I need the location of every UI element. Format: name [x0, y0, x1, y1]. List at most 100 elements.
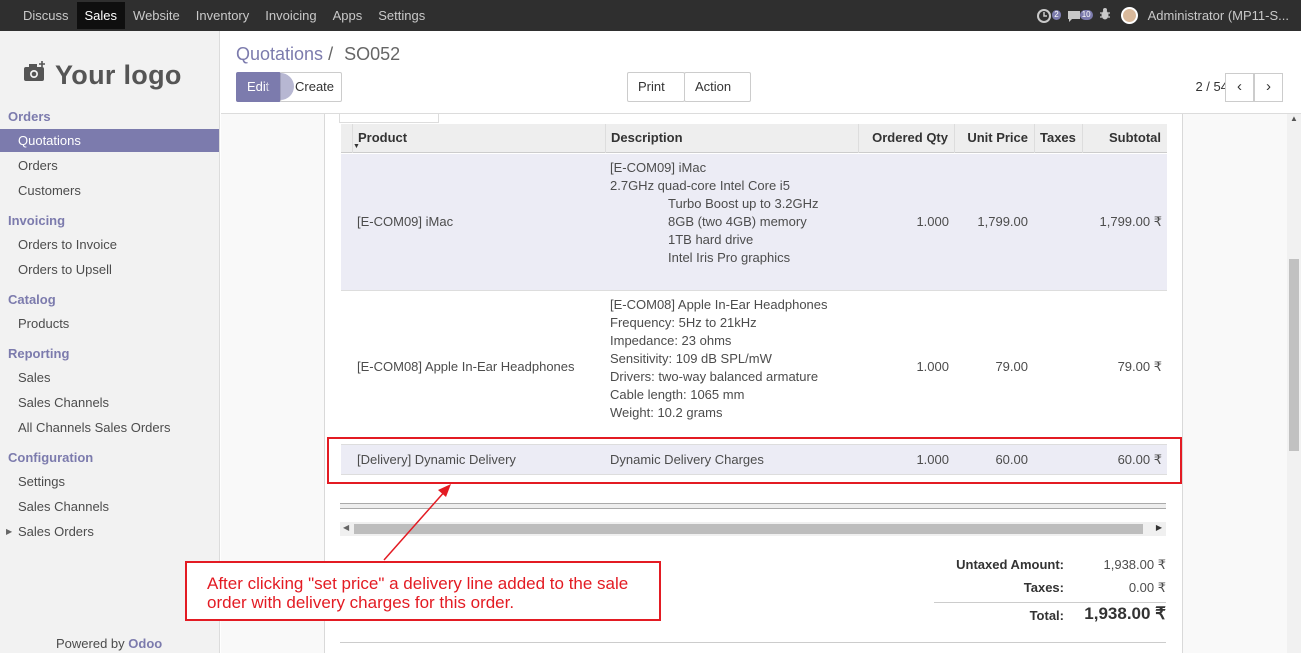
action-label: Action	[695, 79, 732, 94]
description-line: Weight: 10.2 grams	[610, 405, 723, 420]
sidebar-item-orders[interactable]: Orders	[0, 154, 219, 177]
handle-column	[341, 124, 352, 153]
row-description: [E-COM08] Apple In-Ear Headphones Freque…	[610, 296, 828, 422]
description-line: [E-COM08] Apple In-Ear Headphones	[610, 297, 828, 312]
sidebar-item-all-channels[interactable]: All Channels Sales Orders	[0, 416, 219, 439]
row-unit-price: 79.00	[995, 359, 1028, 374]
print-label: Print	[638, 79, 665, 94]
section-invoicing: Invoicing	[8, 213, 66, 228]
messages-icon[interactable]: 10	[1067, 9, 1093, 23]
taxes-value: 0.00 ₹	[1128, 580, 1166, 595]
row-subtotal: 79.00 ₹	[1117, 359, 1162, 374]
camera-icon	[23, 61, 47, 89]
company-logo[interactable]: Your logo	[23, 53, 199, 97]
description-line: 2.7GHz quad-core Intel Core i5	[610, 178, 790, 193]
sidebar-item-reporting-sales[interactable]: Sales	[0, 366, 219, 389]
breadcrumb-separator: /	[328, 44, 334, 64]
breadcrumb-quotations[interactable]: Quotations	[236, 44, 323, 64]
scrollbar-thumb[interactable]	[354, 524, 1143, 534]
scroll-up-icon[interactable]: ▲	[1290, 114, 1298, 123]
sidebar-item-orders-to-upsell[interactable]: Orders to Upsell	[0, 258, 219, 281]
print-dropdown[interactable]: Print ▼	[627, 72, 685, 121]
description-line: Drivers: two-way balanced armature	[610, 369, 819, 384]
delivery-line-highlight	[327, 437, 1182, 484]
col-ordered-qty[interactable]: Ordered Qty	[858, 124, 954, 153]
logo-text: Your logo	[55, 59, 182, 90]
row-unit-price: 1,799.00	[977, 214, 1028, 229]
sidebar-item-reporting-channels[interactable]: Sales Channels	[0, 391, 219, 414]
row-description: [E-COM09] iMac 2.7GHz quad-core Intel Co…	[610, 159, 819, 267]
row-qty: 1.000	[916, 359, 949, 374]
col-product[interactable]: Product	[352, 124, 605, 153]
horizontal-scrollbar[interactable]: ◀ ▶	[340, 522, 1166, 536]
scroll-right-icon[interactable]: ▶	[1156, 523, 1162, 532]
section-catalog: Catalog	[8, 292, 56, 307]
sidebar-item-config-channels[interactable]: Sales Channels	[0, 495, 219, 518]
menu-apps[interactable]: Apps	[325, 2, 371, 29]
description-line: Intel Iris Pro graphics	[668, 250, 791, 265]
user-menu[interactable]: Administrator (MP11-S...	[1148, 8, 1289, 23]
col-unit-price[interactable]: Unit Price	[954, 124, 1034, 153]
menu-website[interactable]: Website	[125, 2, 188, 29]
sheet-divider	[340, 642, 1166, 643]
menu-settings[interactable]: Settings	[370, 2, 433, 29]
sidebar-item-orders-to-invoice[interactable]: Orders to Invoice	[0, 233, 219, 256]
sidebar-item-settings[interactable]: Settings	[0, 470, 219, 493]
app-menu: Discuss Sales Website Inventory Invoicin…	[0, 0, 433, 31]
click-indicator	[267, 73, 294, 100]
col-subtotal[interactable]: Subtotal	[1082, 124, 1167, 153]
description-line: 1TB hard drive	[668, 232, 754, 247]
description-line: Frequency: 5Hz to 21kHz	[610, 315, 757, 330]
description-line: Impedance: 23 ohms	[610, 333, 732, 348]
menu-inventory[interactable]: Inventory	[188, 2, 257, 29]
menu-sales[interactable]: Sales	[76, 2, 126, 29]
notebook-tab[interactable]	[339, 114, 439, 123]
powered-by: Powered by Odoo	[56, 636, 162, 651]
untaxed-value: 1,938.00 ₹	[1103, 557, 1167, 572]
col-description[interactable]: Description	[605, 124, 858, 153]
row-qty: 1.000	[916, 214, 949, 229]
row-product: [E-COM09] iMac	[357, 214, 454, 229]
caret-right-icon[interactable]: ▶	[6, 527, 12, 536]
description-line: [E-COM09] iMac	[610, 160, 707, 175]
menu-invoicing[interactable]: Invoicing	[257, 2, 324, 29]
action-dropdown[interactable]: Action ▼	[684, 72, 751, 121]
previous-record-button[interactable]: ‹	[1225, 73, 1254, 102]
scroll-left-icon[interactable]: ◀	[343, 523, 349, 532]
sidebar: Your logo Orders Quotations Orders Custo…	[0, 31, 220, 653]
annotation-callout: After clicking "set price" a delivery li…	[185, 561, 661, 621]
section-configuration: Configuration	[8, 450, 94, 465]
row-product: [E-COM08] Apple In-Ear Headphones	[357, 359, 575, 374]
description-line: Cable length: 1065 mm	[610, 387, 745, 402]
table-row[interactable]: [E-COM08] Apple In-Ear Headphones [E-COM…	[341, 291, 1167, 445]
debug-bug-icon[interactable]	[1099, 7, 1111, 24]
description-line: Turbo Boost up to 3.2GHz	[668, 196, 819, 211]
activity-icon[interactable]: 2	[1036, 8, 1061, 23]
odoo-link[interactable]: Odoo	[128, 636, 162, 651]
breadcrumb-current: SO052	[344, 44, 401, 64]
vertical-scrollbar[interactable]: ▲	[1287, 114, 1301, 653]
section-reporting: Reporting	[8, 346, 70, 361]
sidebar-item-quotations[interactable]: Quotations	[0, 129, 219, 152]
sort-caret-icon: ▼	[353, 143, 360, 150]
activity-count: 2	[1052, 9, 1061, 20]
next-record-button[interactable]: ›	[1254, 73, 1283, 102]
taxes-label: Taxes:	[1023, 580, 1064, 595]
totals-divider	[934, 602, 1166, 603]
untaxed-label: Untaxed Amount:	[956, 557, 1064, 572]
table-row[interactable]: [E-COM09] iMac [E-COM09] iMac 2.7GHz qua…	[341, 154, 1167, 291]
scrollbar-thumb[interactable]	[1289, 259, 1299, 451]
messages-count: 10	[1079, 9, 1093, 20]
menu-discuss[interactable]: Discuss	[15, 2, 77, 29]
table-header: Product ▼ Description Ordered Qty Unit P…	[341, 124, 1167, 153]
col-taxes[interactable]: Taxes	[1034, 124, 1082, 153]
user-avatar[interactable]	[1120, 7, 1138, 24]
sidebar-item-sales-orders[interactable]: Sales Orders	[0, 520, 219, 543]
control-panel: Quotations / SO052 Edit Create Print ▼ A…	[221, 31, 1301, 121]
top-navbar: Discuss Sales Website Inventory Invoicin…	[0, 0, 1301, 31]
sidebar-item-customers[interactable]: Customers	[0, 179, 219, 202]
total-value: 1,938.00 ₹	[1084, 604, 1166, 623]
sidebar-item-products[interactable]: Products	[0, 312, 219, 335]
pager-value[interactable]: 2 / 54	[1195, 79, 1228, 94]
row-subtotal: 1,799.00 ₹	[1099, 214, 1163, 229]
